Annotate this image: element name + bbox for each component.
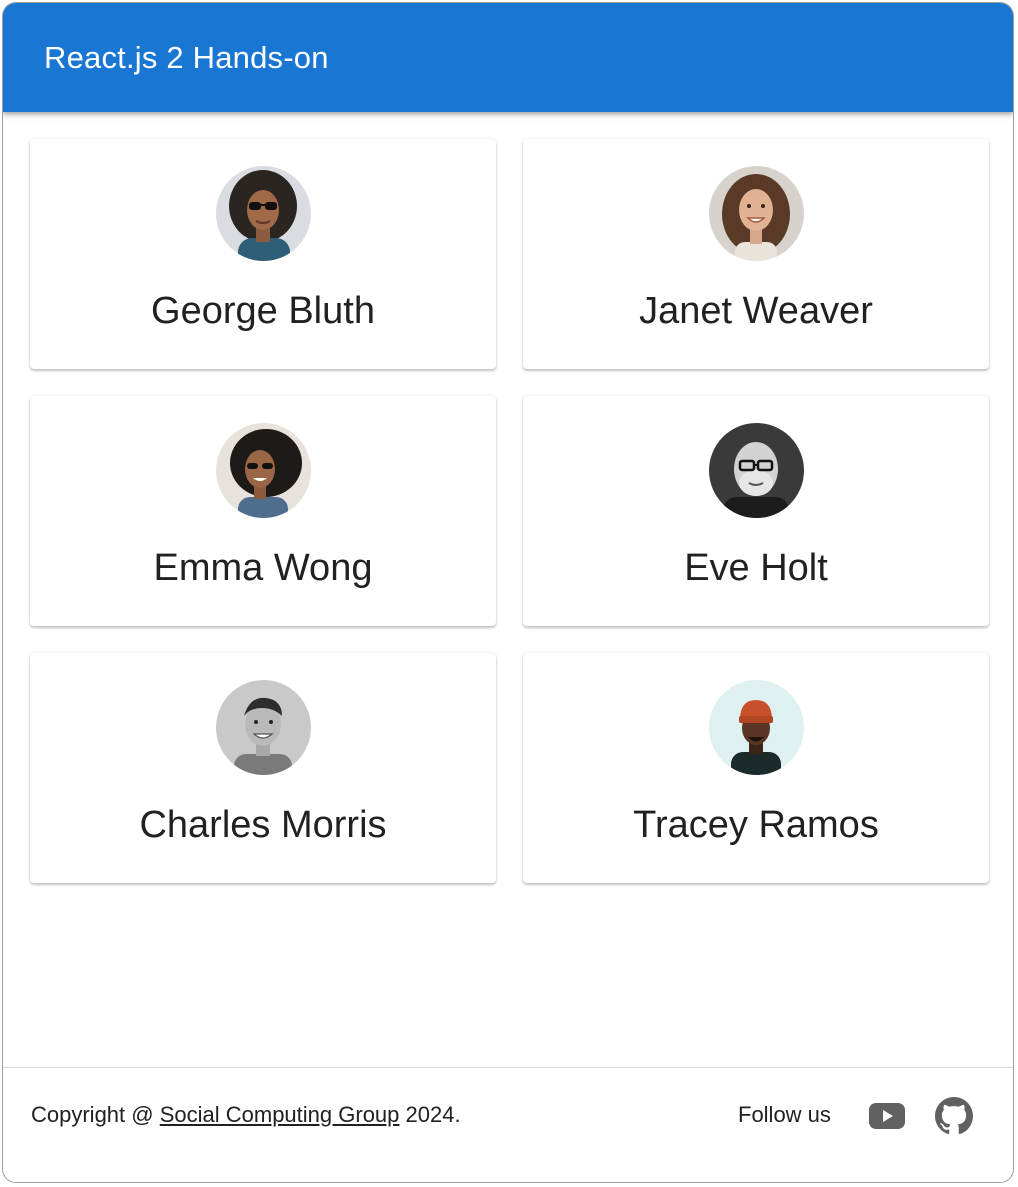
social-computing-group-link[interactable]: Social Computing Group (160, 1102, 400, 1127)
user-card[interactable]: Janet Weaver (523, 139, 989, 369)
user-card[interactable]: Eve Holt (523, 396, 989, 626)
avatar (215, 423, 311, 518)
user-card-grid: George Bluth Janet Weaver Emma Wong Eve … (30, 139, 989, 883)
avatar (215, 166, 311, 261)
copyright-prefix: Copyright @ (31, 1102, 160, 1127)
user-name: Emma Wong (153, 547, 373, 589)
avatar (215, 680, 311, 775)
user-card[interactable]: Emma Wong (30, 396, 496, 626)
user-name: Tracey Ramos (633, 804, 879, 846)
user-card[interactable]: Charles Morris (30, 653, 496, 883)
app-title: React.js 2 Hands-on (44, 39, 329, 75)
user-card[interactable]: George Bluth (30, 139, 496, 369)
follow-us-label: Follow us (738, 1102, 831, 1127)
avatar (708, 680, 804, 775)
user-name: George Bluth (151, 290, 375, 332)
user-name: Eve Holt (684, 547, 828, 589)
avatar (708, 166, 804, 261)
youtube-icon[interactable] (867, 1096, 907, 1136)
copyright-text: Copyright @ Social Computing Group 2024. (31, 1102, 461, 1128)
app-window: React.js 2 Hands-on George Bluth Janet W… (2, 2, 1014, 1183)
user-name: Charles Morris (139, 804, 387, 846)
app-bar: React.js 2 Hands-on (3, 3, 1013, 112)
github-icon[interactable] (934, 1096, 974, 1136)
user-name: Janet Weaver (639, 290, 873, 332)
user-card[interactable]: Tracey Ramos (523, 653, 989, 883)
footer: Copyright @ Social Computing Group 2024.… (3, 1068, 1013, 1182)
copyright-suffix: 2024. (399, 1102, 461, 1127)
avatar (708, 423, 804, 518)
